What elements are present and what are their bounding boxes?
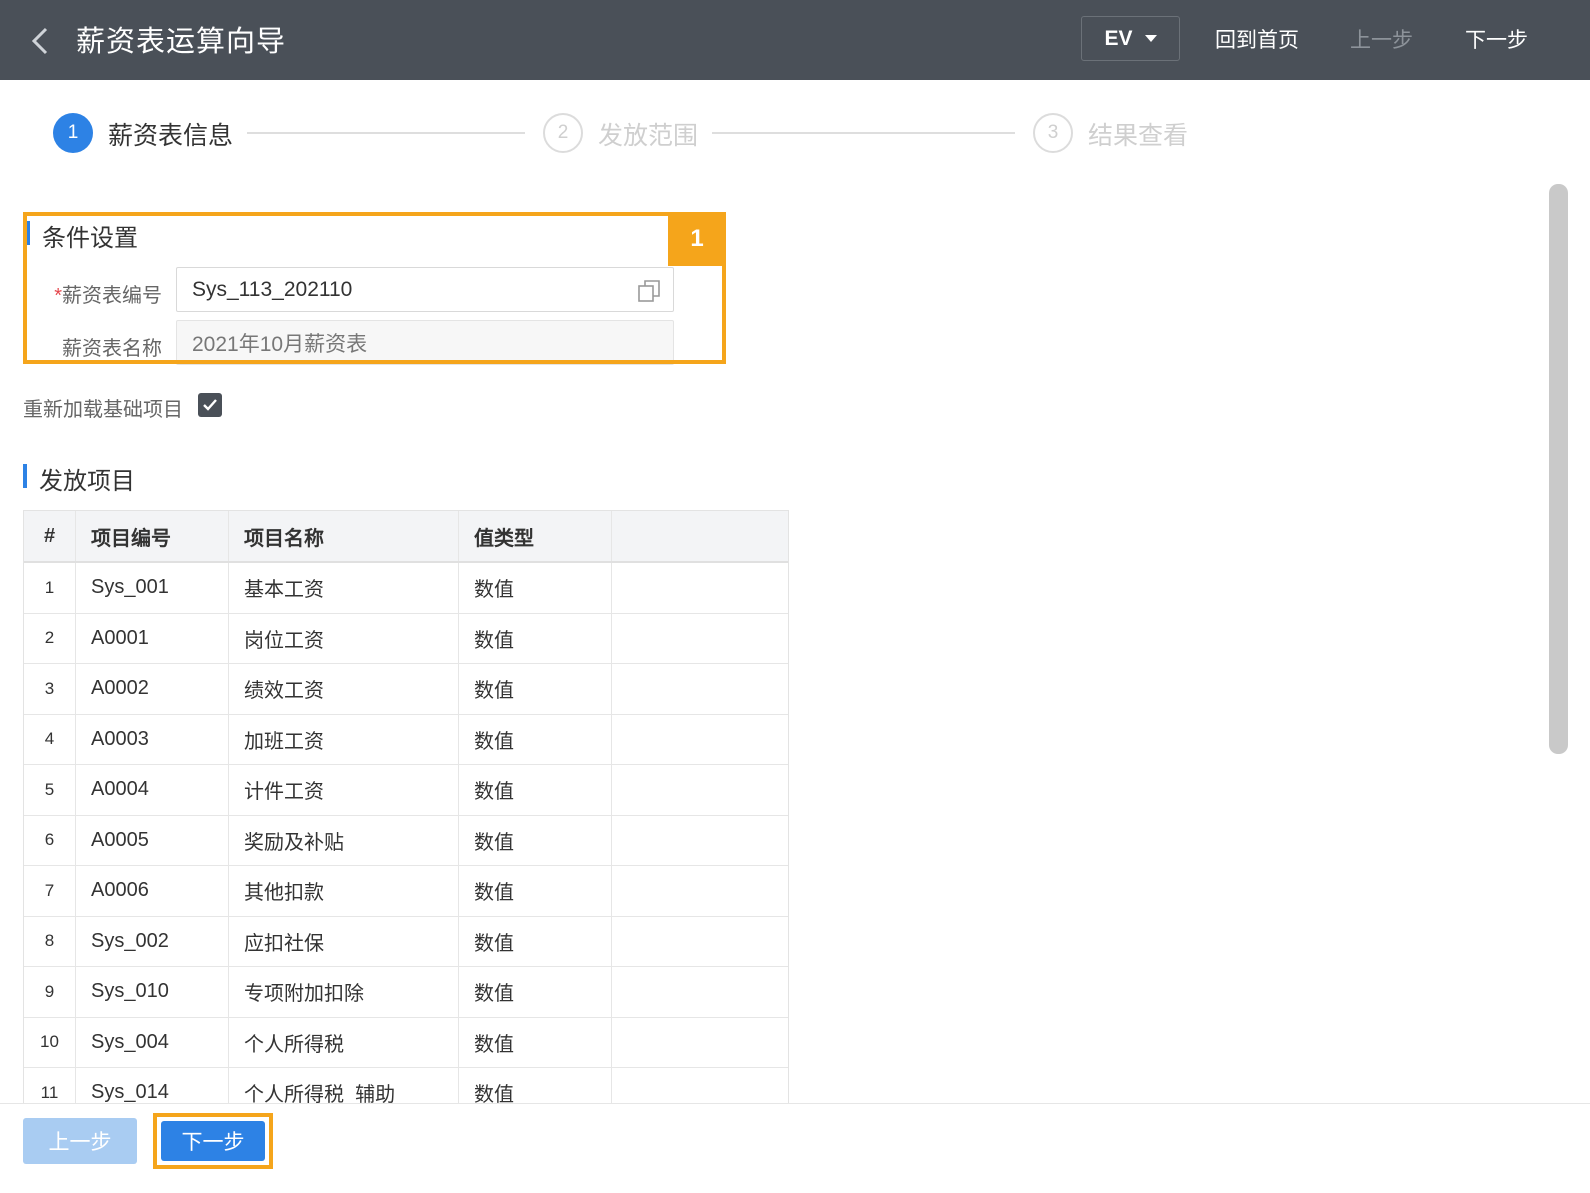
table-cell: A0006 [76,866,229,916]
table-cell: 数值 [459,563,612,613]
table-cell: Sys_002 [76,916,229,966]
table-cell: 数值 [459,714,612,764]
table-cell: 数值 [459,916,612,966]
table-row[interactable]: 4 A0003 加班工资 数值 [24,714,788,765]
items-table: # 项目编号 项目名称 值类型 1 Sys_001 基本工资 数值 2 A0001 岗位工资… [23,510,789,1103]
column-header: # [24,511,76,561]
table-cell: Sys_014 [76,1068,229,1103]
table-row[interactable]: 1 Sys_001 基本工资 数值 [24,563,788,614]
table-cell [612,1018,788,1068]
table-cell: A0003 [76,714,229,764]
table-cell: 3 [24,664,76,714]
table-cell: 6 [24,815,76,865]
table-cell: A0005 [76,815,229,865]
table-cell: A0002 [76,664,229,714]
table-cell: 应扣社保 [229,916,459,966]
scrollbar-thumb[interactable] [1549,184,1568,754]
table-cell: Sys_010 [76,967,229,1017]
column-header: 值类型 [459,511,612,561]
table-cell: A0004 [76,765,229,815]
table-row[interactable]: 11 Sys_014 个人所得税_辅助 数值 [24,1068,788,1103]
table-cell: 数值 [459,815,612,865]
table-cell: 9 [24,967,76,1017]
table-viewport: # 项目编号 项目名称 值类型 1 Sys_001 基本工资 数值 2 A0001 岗位工资… [0,0,1590,1103]
table-cell: 奖励及补贴 [229,815,459,865]
column-header [612,511,788,561]
table-cell [612,715,788,765]
table-cell: 岗位工资 [229,613,459,663]
table-cell [612,816,788,866]
table-cell: 4 [24,714,76,764]
table-cell: A0001 [76,613,229,663]
table-cell: 数值 [459,866,612,916]
table-cell [612,967,788,1017]
footer-bar: 上一步 下一步 [0,1103,1590,1193]
table-row[interactable]: 9 Sys_010 专项附加扣除 数值 [24,967,788,1018]
table-cell: 其他扣款 [229,866,459,916]
table-cell [612,664,788,714]
next-button-highlight: 下一步 [153,1113,273,1169]
table-row[interactable]: 3 A0002 绩效工资 数值 [24,664,788,715]
table-cell: 数值 [459,664,612,714]
table-cell: 基本工资 [229,563,459,613]
table-cell: 专项附加扣除 [229,967,459,1017]
table-row[interactable]: 7 A0006 其他扣款 数值 [24,866,788,917]
table-cell: 加班工资 [229,714,459,764]
table-row[interactable]: 2 A0001 岗位工资 数值 [24,613,788,664]
table-cell: 11 [24,1068,76,1103]
table-cell: Sys_001 [76,563,229,613]
column-header: 项目名称 [229,511,459,561]
next-button[interactable]: 下一步 [161,1121,265,1161]
table-cell [612,765,788,815]
table-cell: 个人所得税 [229,1017,459,1067]
table-cell: 绩效工资 [229,664,459,714]
table-cell: 数值 [459,1017,612,1067]
column-header: 项目编号 [76,511,229,561]
table-cell: 数值 [459,765,612,815]
table-header: # 项目编号 项目名称 值类型 [24,511,788,563]
table-cell [612,563,788,613]
table-row[interactable]: 6 A0005 奖励及补贴 数值 [24,815,788,866]
table-cell: 2 [24,613,76,663]
table-row[interactable]: 5 A0004 计件工资 数值 [24,765,788,816]
table-cell: 8 [24,916,76,966]
table-cell [612,1068,788,1103]
table-cell: 计件工资 [229,765,459,815]
table-cell: 5 [24,765,76,815]
table-cell [612,866,788,916]
table-body: 1 Sys_001 基本工资 数值 2 A0001 岗位工资 数值 3 A0002 绩效工资 数值 4 A… [24,563,788,1103]
table-cell: 1 [24,563,76,613]
table-row[interactable]: 10 Sys_004 个人所得税 数值 [24,1017,788,1068]
table-cell [612,917,788,967]
table-cell: 数值 [459,613,612,663]
table-cell: 个人所得税_辅助 [229,1068,459,1103]
table-cell: 数值 [459,967,612,1017]
table-cell: 数值 [459,1068,612,1103]
table-cell [612,614,788,664]
table-cell: 7 [24,866,76,916]
table-row[interactable]: 8 Sys_002 应扣社保 数值 [24,916,788,967]
table-cell: 10 [24,1017,76,1067]
table-cell: Sys_004 [76,1017,229,1067]
prev-button[interactable]: 上一步 [23,1118,137,1164]
